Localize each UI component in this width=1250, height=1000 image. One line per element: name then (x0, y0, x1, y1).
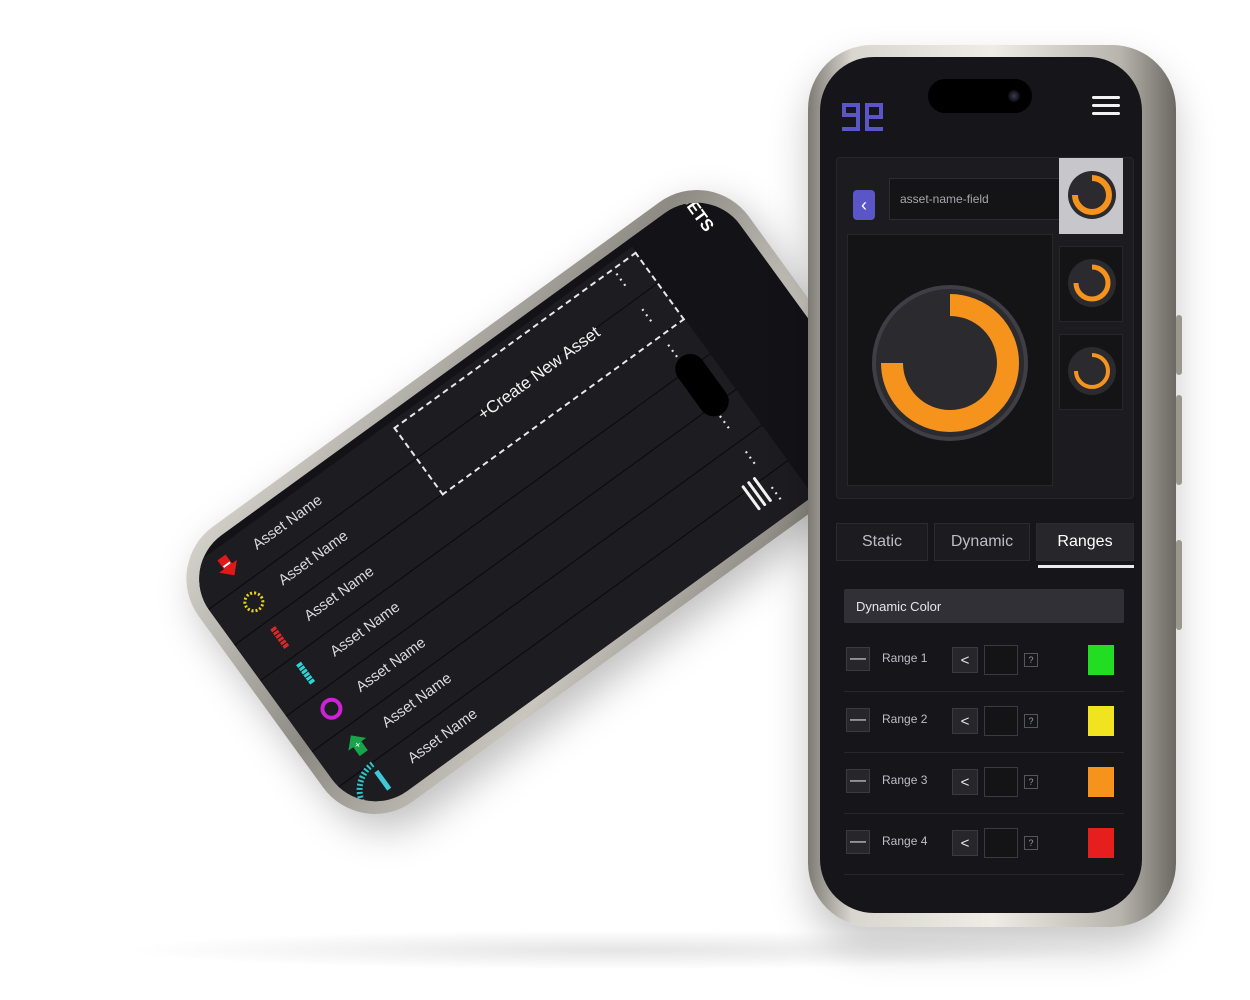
remove-range-button[interactable]: — (846, 647, 870, 671)
dynamic-island (928, 79, 1032, 113)
range-label: Range 4 (882, 834, 928, 848)
comparison-operator-button[interactable]: < (952, 647, 978, 673)
camera-icon (1008, 90, 1020, 102)
range-value-input[interactable] (984, 767, 1018, 797)
red-striped-bar-icon (270, 626, 290, 649)
gauge-preview (847, 234, 1053, 486)
range-color-swatch[interactable] (1088, 767, 1114, 797)
remove-range-button[interactable]: — (846, 830, 870, 854)
editor-tabs: Static Dynamic Ranges (836, 523, 1136, 568)
range-value-input[interactable] (984, 828, 1018, 858)
range-value-input[interactable] (984, 706, 1018, 736)
range-color-swatch[interactable] (1088, 706, 1114, 736)
tab-static-label: Static (861, 533, 902, 550)
orange-gauge-icon (1068, 259, 1116, 307)
asset-name-input[interactable] (889, 178, 1079, 220)
orange-gauge-icon (1068, 171, 1116, 219)
dynamic-color-header: Dynamic Color (844, 589, 1124, 623)
cyan-striped-bar-icon (296, 661, 316, 685)
tab-ranges[interactable]: Ranges (1036, 523, 1134, 561)
range-label: Range 3 (882, 773, 928, 787)
range-row: — Range 1 <? (844, 631, 1124, 692)
yellow-dotted-ring-icon (243, 591, 265, 613)
my-assets-screen: Asset Name... + Asset Name... Asset Name...… (177, 181, 895, 823)
comparison-operator-button[interactable]: < (952, 708, 978, 734)
asset-editor-screen: ‹ asset-name-field Static Dynamic Ranges… (820, 57, 1142, 913)
range-label: Range 2 (882, 712, 928, 726)
help-icon[interactable]: ? (1024, 714, 1038, 728)
range-color-swatch[interactable] (1088, 645, 1114, 675)
hamburger-menu-icon[interactable] (1092, 91, 1120, 117)
comparison-operator-button[interactable]: < (952, 769, 978, 795)
tab-ranges-label: Ranges (1057, 533, 1113, 550)
gauge-style-option[interactable] (1059, 246, 1123, 322)
tab-static[interactable]: Static (836, 523, 928, 561)
green-up-arrow-icon: + (348, 735, 368, 757)
side-button (1176, 540, 1182, 630)
orange-gauge-icon (1068, 347, 1116, 395)
page-title: MY ASSETS (644, 181, 718, 236)
gauge-style-option[interactable] (1059, 158, 1123, 234)
help-icon[interactable]: ? (1024, 836, 1038, 850)
gauge-style-option[interactable] (1059, 334, 1123, 410)
tab-dynamic-label: Dynamic (950, 533, 1014, 550)
phone-my-assets: Asset Name... + Asset Name... Asset Name...… (161, 164, 911, 840)
range-row: — Range 3 <? (844, 753, 1124, 814)
floor-shadow (120, 930, 1120, 970)
range-label: Range 1 (882, 651, 928, 665)
dynamic-color-label: Dynamic Color (856, 598, 942, 614)
asset-editor-panel: ‹ (836, 157, 1134, 499)
magenta-ring-icon (320, 697, 343, 720)
chevron-left-icon: ‹ (861, 194, 867, 215)
active-tab-indicator (1038, 565, 1134, 568)
orange-gauge-icon (872, 285, 1028, 441)
range-row: — Range 4 <? (844, 814, 1124, 875)
range-color-swatch[interactable] (1088, 828, 1114, 858)
remove-range-button[interactable]: — (846, 769, 870, 793)
help-icon[interactable]: ? (1024, 653, 1038, 667)
range-value-input[interactable] (984, 645, 1018, 675)
help-icon[interactable]: ? (1024, 775, 1038, 789)
side-button (1176, 395, 1182, 485)
phone-asset-editor: ‹ asset-name-field Static Dynamic Ranges… (808, 45, 1182, 927)
comparison-operator-button[interactable]: < (952, 830, 978, 856)
more-options-icon[interactable]: ... (739, 440, 769, 469)
red-down-arrow-icon (217, 554, 237, 576)
range-row: — Range 2 <? (844, 692, 1124, 753)
back-button[interactable]: ‹ (853, 190, 875, 220)
app-logo-icon (842, 103, 883, 131)
side-button (1176, 315, 1182, 375)
tab-dynamic[interactable]: Dynamic (934, 523, 1030, 561)
remove-range-button[interactable]: — (846, 708, 870, 732)
